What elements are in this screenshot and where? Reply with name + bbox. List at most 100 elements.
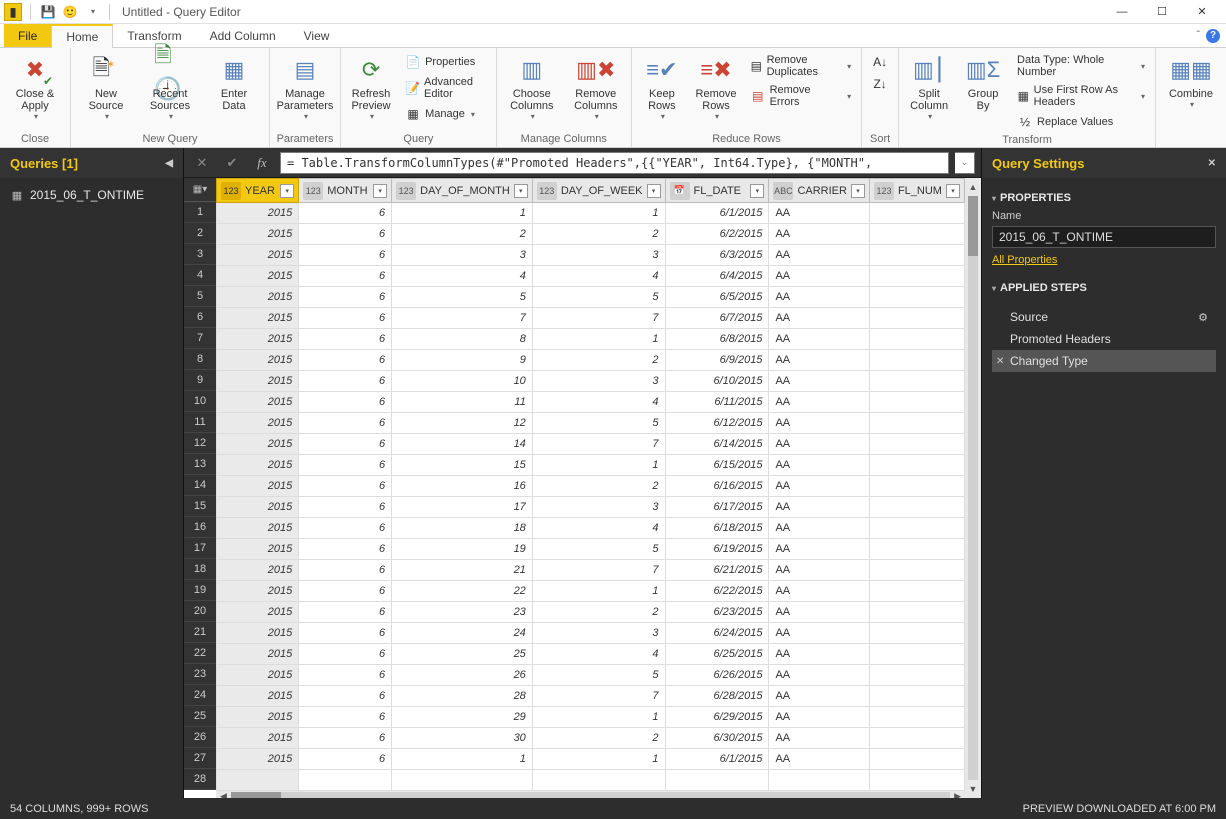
help-icon[interactable]: ? bbox=[1206, 29, 1220, 43]
table-cell[interactable]: 6 bbox=[299, 749, 392, 770]
row-number[interactable]: 6 bbox=[184, 307, 216, 328]
table-cell[interactable]: 3 bbox=[532, 497, 665, 518]
row-number[interactable]: 4 bbox=[184, 265, 216, 286]
table-cell[interactable] bbox=[869, 770, 964, 791]
table-cell[interactable]: 1 bbox=[392, 203, 533, 224]
table-cell[interactable] bbox=[869, 707, 964, 728]
table-cell[interactable]: 9 bbox=[392, 350, 533, 371]
table-cell[interactable]: 2015 bbox=[217, 308, 299, 329]
table-cell[interactable] bbox=[869, 623, 964, 644]
table-cell[interactable]: 6/14/2015 bbox=[665, 434, 769, 455]
new-source-button[interactable]: 🗎✶New Source bbox=[77, 52, 135, 123]
table-cell[interactable]: 6 bbox=[299, 413, 392, 434]
filter-dropdown-icon[interactable]: ▾ bbox=[514, 184, 528, 198]
sort-desc-button[interactable]: Z↓ bbox=[868, 74, 892, 94]
table-cell[interactable]: 6/24/2015 bbox=[665, 623, 769, 644]
sort-asc-button[interactable]: A↓ bbox=[868, 52, 892, 72]
table-cell[interactable] bbox=[869, 497, 964, 518]
table-cell[interactable]: AA bbox=[769, 602, 870, 623]
table-cell[interactable]: 6 bbox=[299, 602, 392, 623]
table-cell[interactable] bbox=[217, 770, 299, 791]
table-cell[interactable]: 2 bbox=[392, 224, 533, 245]
vscroll-up-icon[interactable]: ▲ bbox=[969, 182, 978, 192]
table-cell[interactable] bbox=[869, 266, 964, 287]
row-number[interactable]: 1 bbox=[184, 202, 216, 223]
all-properties-link[interactable]: All Properties bbox=[992, 254, 1057, 266]
table-cell[interactable]: 24 bbox=[392, 623, 533, 644]
table-cell[interactable] bbox=[869, 392, 964, 413]
table-cell[interactable]: AA bbox=[769, 581, 870, 602]
table-cell[interactable]: 2015 bbox=[217, 203, 299, 224]
table-cell[interactable] bbox=[869, 665, 964, 686]
table-cell[interactable]: AA bbox=[769, 728, 870, 749]
row-number[interactable]: 26 bbox=[184, 727, 216, 748]
replace-values-button[interactable]: ½Replace Values bbox=[1013, 112, 1149, 132]
table-cell[interactable]: 2015 bbox=[217, 350, 299, 371]
qat-dropdown[interactable] bbox=[83, 3, 101, 21]
table-cell[interactable]: 6/30/2015 bbox=[665, 728, 769, 749]
table-cell[interactable]: AA bbox=[769, 644, 870, 665]
datatype-icon[interactable]: ABC bbox=[773, 182, 793, 200]
row-number[interactable]: 24 bbox=[184, 685, 216, 706]
datatype-icon[interactable]: 123 bbox=[874, 182, 894, 200]
table-cell[interactable]: 1 bbox=[532, 329, 665, 350]
table-cell[interactable]: 2015 bbox=[217, 224, 299, 245]
remove-rows-button[interactable]: ≡✖Remove Rows bbox=[692, 52, 740, 123]
table-cell[interactable]: 6/11/2015 bbox=[665, 392, 769, 413]
table-cell[interactable]: 6 bbox=[299, 308, 392, 329]
row-number[interactable]: 14 bbox=[184, 475, 216, 496]
table-cell[interactable]: 5 bbox=[532, 287, 665, 308]
table-cell[interactable]: 3 bbox=[532, 623, 665, 644]
table-cell[interactable] bbox=[869, 308, 964, 329]
table-cell[interactable]: 12 bbox=[392, 413, 533, 434]
table-cell[interactable]: 6 bbox=[299, 686, 392, 707]
table-cell[interactable]: 23 bbox=[392, 602, 533, 623]
table-cell[interactable] bbox=[869, 560, 964, 581]
table-cell[interactable]: 7 bbox=[532, 308, 665, 329]
column-header-day_of_month[interactable]: 123DAY_OF_MONTH▾ bbox=[392, 179, 533, 203]
row-number[interactable]: 19 bbox=[184, 580, 216, 601]
vertical-scrollbar[interactable]: ▲ ▼ bbox=[965, 178, 981, 798]
table-cell[interactable]: 7 bbox=[532, 434, 665, 455]
table-cell[interactable]: 4 bbox=[532, 392, 665, 413]
row-number[interactable]: 28 bbox=[184, 769, 216, 790]
tab-home[interactable]: Home bbox=[51, 24, 113, 48]
table-cell[interactable] bbox=[869, 350, 964, 371]
table-cell[interactable]: 8 bbox=[392, 329, 533, 350]
table-cell[interactable]: 4 bbox=[532, 644, 665, 665]
table-cell[interactable]: 2015 bbox=[217, 287, 299, 308]
table-cell[interactable]: 2015 bbox=[217, 749, 299, 770]
table-cell[interactable]: 6 bbox=[299, 539, 392, 560]
row-number[interactable]: 16 bbox=[184, 517, 216, 538]
table-cell[interactable]: AA bbox=[769, 707, 870, 728]
row-number[interactable]: 9 bbox=[184, 370, 216, 391]
table-cell[interactable] bbox=[869, 728, 964, 749]
minimize-button[interactable]: — bbox=[1102, 0, 1142, 24]
hscroll-left-icon[interactable]: ◀ bbox=[220, 791, 227, 798]
table-cell[interactable]: 7 bbox=[532, 560, 665, 581]
table-cell[interactable]: 19 bbox=[392, 539, 533, 560]
row-number[interactable]: 5 bbox=[184, 286, 216, 307]
table-cell[interactable]: 3 bbox=[532, 371, 665, 392]
row-number[interactable]: 3 bbox=[184, 244, 216, 265]
table-cell[interactable]: 6 bbox=[299, 476, 392, 497]
table-cell[interactable]: 6/1/2015 bbox=[665, 749, 769, 770]
datatype-icon[interactable]: 📅 bbox=[670, 182, 690, 200]
table-cell[interactable]: 5 bbox=[532, 539, 665, 560]
remove-columns-button[interactable]: ▥✖Remove Columns bbox=[567, 52, 625, 123]
table-cell[interactable] bbox=[869, 245, 964, 266]
table-cell[interactable]: 7 bbox=[532, 686, 665, 707]
column-header-fl_date[interactable]: 📅FL_DATE▾ bbox=[665, 179, 769, 203]
applied-step[interactable]: Source⚙ bbox=[992, 306, 1216, 328]
table-cell[interactable]: 2 bbox=[532, 602, 665, 623]
table-cell[interactable]: 6/21/2015 bbox=[665, 560, 769, 581]
table-cell[interactable]: 2015 bbox=[217, 623, 299, 644]
table-cell[interactable]: 2015 bbox=[217, 665, 299, 686]
table-cell[interactable]: 26 bbox=[392, 665, 533, 686]
table-cell[interactable]: 6 bbox=[299, 266, 392, 287]
table-cell[interactable]: 6 bbox=[299, 560, 392, 581]
table-cell[interactable] bbox=[869, 602, 964, 623]
table-cell[interactable]: 6/16/2015 bbox=[665, 476, 769, 497]
table-cell[interactable]: 6 bbox=[299, 371, 392, 392]
queries-collapse-icon[interactable]: ◀ bbox=[165, 158, 173, 169]
